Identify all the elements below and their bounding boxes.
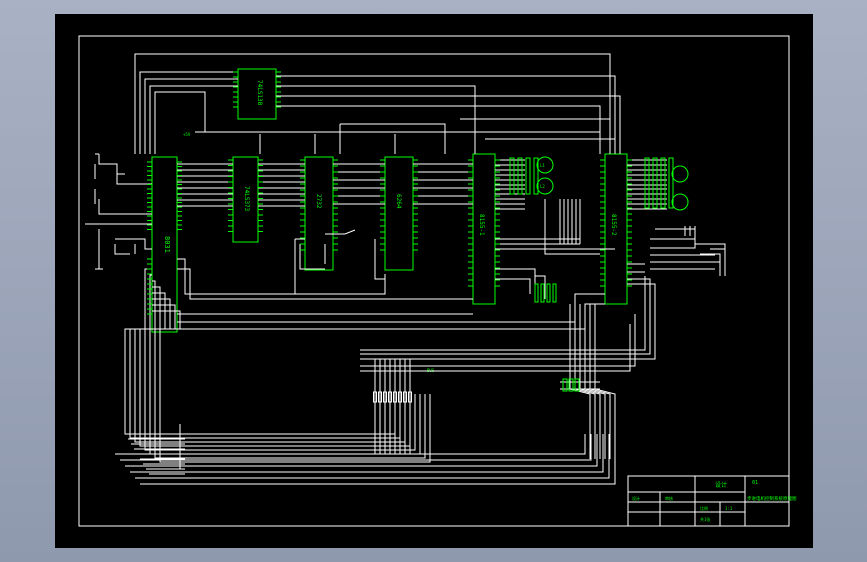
title-sheet-no: 01: [752, 480, 758, 486]
wire: [98, 154, 152, 185]
wire: [299, 244, 325, 270]
schematic-canvas: 设计 01 步进电机控制系统原理图 设计 审核 比例 1:1 共1张 74LS1…: [78, 35, 797, 527]
svg-text:6264: 6264: [395, 194, 402, 209]
wire: [360, 276, 646, 351]
wire: [495, 278, 531, 294]
title-block: 设计 01 步进电机控制系统原理图 设计 审核 比例 1:1 共1张: [627, 475, 797, 527]
cad-viewport: 设计 01 步进电机控制系统原理图 设计 审核 比例 1:1 共1张 74LS1…: [0, 0, 867, 562]
svg-text:L2: L2: [540, 184, 545, 189]
title-check: 审核: [665, 495, 673, 501]
title-scale: 比例: [700, 505, 708, 511]
title-total: 共1张: [700, 516, 710, 522]
wire: [276, 105, 601, 154]
wire: [152, 304, 426, 459]
wire: [115, 238, 152, 250]
svg-text:L1: L1: [540, 163, 545, 168]
svg-text:8155-2: 8155-2: [610, 214, 617, 236]
drawing-sheet: 设计 01 步进电机控制系统原理图 设计 审核 比例 1:1 共1张 74LS1…: [55, 14, 813, 548]
wire: [276, 95, 621, 154]
wire: [700, 253, 721, 276]
resistor: [546, 283, 551, 303]
wire: [149, 85, 238, 154]
svg-text:8031: 8031: [163, 236, 171, 253]
latch-chip: 74LS373: [232, 156, 259, 243]
resistor: [552, 283, 557, 303]
ram-chip: 6264: [384, 156, 414, 271]
motor-group-2: [671, 165, 689, 211]
title-company: 设计: [715, 481, 727, 489]
vcc-label: +5V: [183, 132, 191, 137]
wire: [154, 91, 238, 154]
title-ratio: 1:1: [725, 506, 733, 511]
svg-text:74LS138: 74LS138: [256, 80, 263, 106]
pio1-chip: 8155-1: [472, 153, 496, 305]
wire: [144, 78, 238, 154]
wire: [177, 258, 386, 295]
decoder-chip: 74LS138: [237, 68, 277, 120]
wire: [115, 434, 586, 455]
wires-layer: [85, 53, 726, 485]
resistor: [540, 283, 545, 303]
wire: [325, 229, 356, 235]
pins-layer: [147, 71, 674, 392]
wire: [360, 278, 651, 355]
motor-group-1: L1 L2: [536, 156, 554, 195]
resistor: [534, 283, 539, 303]
wire: [374, 239, 385, 280]
wire: [177, 303, 605, 330]
drawing-title: 步进电机控制系统原理图: [747, 495, 797, 502]
svg-text:2732: 2732: [315, 194, 322, 209]
wire: [114, 244, 130, 255]
wire: [152, 310, 431, 463]
driver-transistor: [525, 157, 531, 195]
wire: [98, 199, 152, 215]
wire: [340, 123, 446, 154]
eprom-chip: 2732: [304, 156, 334, 271]
wire: [650, 234, 696, 249]
pio2-chip: 8155-2: [604, 153, 628, 305]
title-design: 设计: [632, 495, 640, 501]
svg-text:8155-1: 8155-1: [478, 214, 485, 236]
svg-text:74LS373: 74LS373: [243, 186, 250, 212]
wire: [294, 239, 375, 295]
wire: [135, 434, 610, 479]
